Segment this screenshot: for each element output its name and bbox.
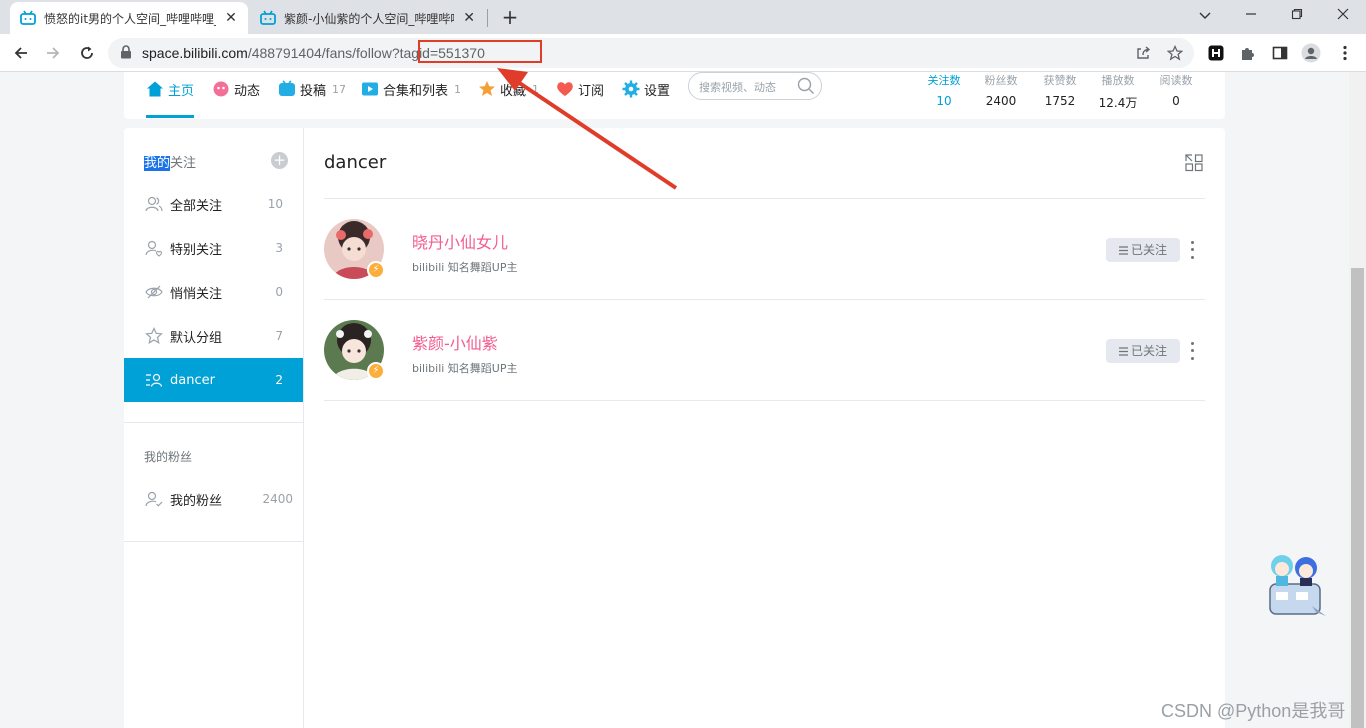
annotation-arrow-icon <box>497 68 678 190</box>
